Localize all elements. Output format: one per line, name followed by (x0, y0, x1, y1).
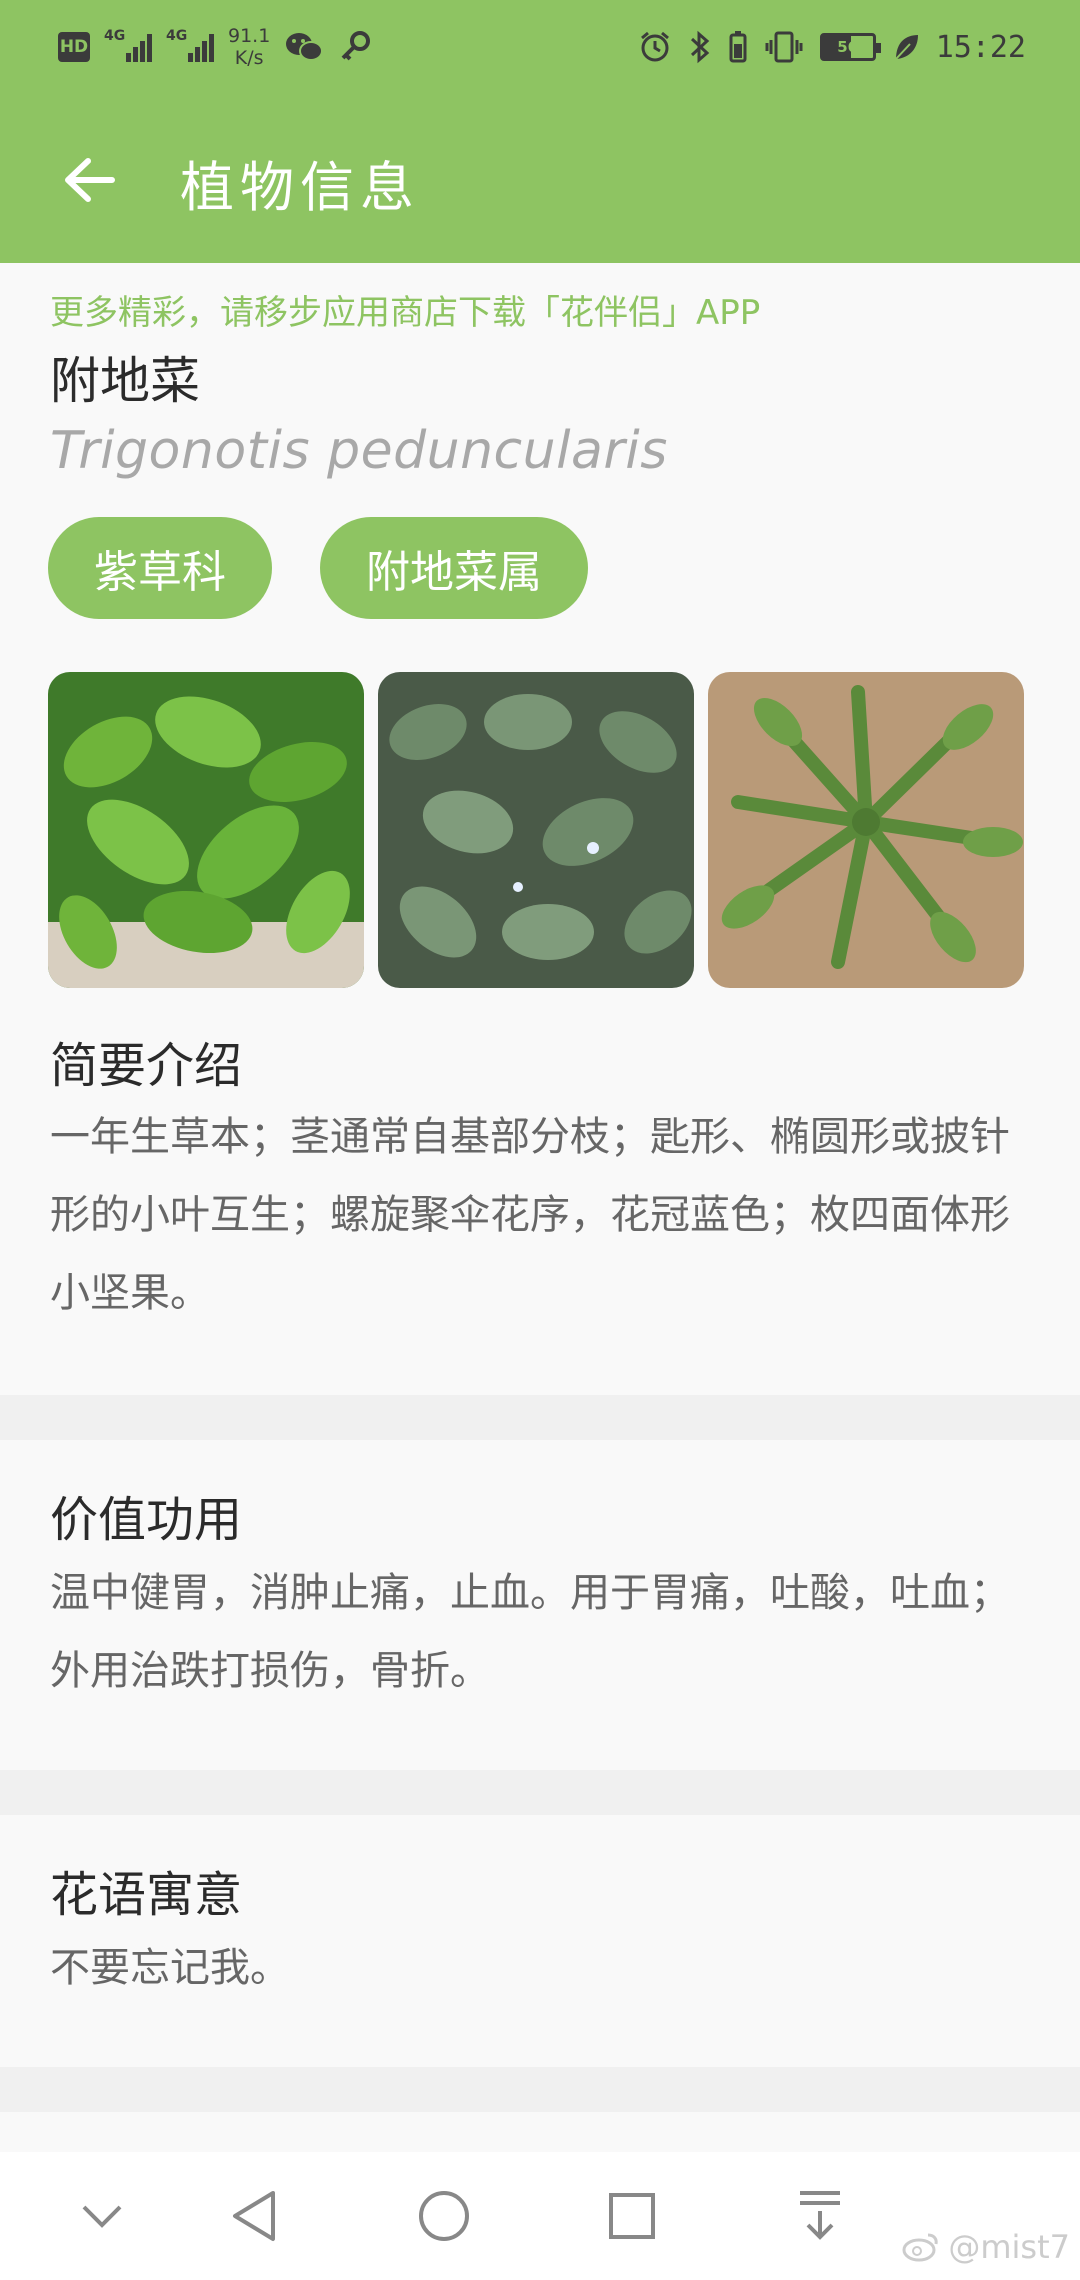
value-title: 价值功用 (50, 1492, 243, 1548)
clock: 15:22 (935, 29, 1026, 65)
battery-level: 56 (837, 38, 859, 56)
system-nav-bar: @mist7 (0, 2152, 1080, 2280)
signal-icon: 4G (166, 28, 214, 62)
pull-down-icon (800, 2191, 840, 2240)
intro-title: 简要介绍 (50, 1038, 243, 1094)
status-right: 56 15:22 (638, 22, 1026, 72)
nav-recents-button[interactable] (592, 2180, 672, 2252)
alarm-icon (638, 30, 672, 64)
back-button[interactable] (50, 140, 130, 220)
next-card (0, 2112, 1080, 2152)
nav-back-button[interactable] (214, 2180, 294, 2252)
app-bar: 植物信息 (0, 95, 1080, 263)
hd-badge: HD (58, 32, 90, 62)
flower-language-body: 不要忘记我。 (50, 1945, 290, 1991)
status-bar: HD 4G 4G 91.1 K/s 56 15:22 (0, 0, 1080, 95)
chevron-down-icon (82, 2205, 122, 2228)
nav-home-button[interactable] (404, 2180, 484, 2252)
bluetooth-icon (688, 30, 712, 64)
network-label: 4G (104, 28, 126, 44)
taxonomy-tags: 紫草科 附地菜属 (48, 517, 588, 619)
flower-language-title: 花语寓意 (50, 1867, 243, 1923)
plant-chinese-name: 附地菜 (50, 352, 200, 410)
arrow-left-icon (65, 158, 115, 202)
value-body: 温中健胃，消肿止痛，止血。用于胃痛，吐酸，吐血；外用治跌打损伤，骨折。 (50, 1570, 1010, 1694)
nav-notification-button[interactable] (780, 2180, 860, 2252)
plant-photo-1[interactable] (48, 672, 364, 988)
speed-value: 91.1 (228, 25, 271, 47)
network-speed: 91.1 K/s (228, 25, 270, 69)
battery-icon: 56 (819, 33, 881, 61)
genus-tag[interactable]: 附地菜属 (320, 517, 588, 619)
leaf-icon (892, 32, 920, 62)
nav-hide-button[interactable] (62, 2180, 142, 2252)
network-label: 4G (166, 28, 188, 44)
square-recents-icon (609, 2193, 655, 2239)
vibrate-icon (764, 30, 804, 64)
weibo-icon (902, 2233, 939, 2262)
triangle-back-icon (233, 2191, 275, 2241)
watermark: @mist7 (902, 2228, 1070, 2266)
page-title: 植物信息 (180, 156, 420, 219)
status-left: HD 4G 4G 91.1 K/s (58, 22, 372, 72)
intro-body: 一年生草本；茎通常自基部分枝；匙形、椭圆形或披针形的小叶互生；螺旋聚伞花序，花冠… (50, 1114, 1010, 1316)
circle-home-icon (419, 2191, 469, 2241)
signal-icon: 4G (104, 28, 152, 62)
plant-photo-3[interactable] (708, 672, 1024, 988)
speed-unit: K/s (234, 47, 264, 69)
key-icon (338, 30, 372, 64)
promo-link[interactable]: 更多精彩，请移步应用商店下载「花伴侣」APP (50, 285, 760, 334)
plant-info-card: 更多精彩，请移步应用商店下载「花伴侣」APP 附地菜 Trigonotis pe… (0, 263, 1080, 1395)
flower-language-card: 花语寓意 不要忘记我。 (0, 1815, 1080, 2067)
top-bar: HD 4G 4G 91.1 K/s 56 15:22 植物信息 (0, 0, 1080, 263)
value-card: 价值功用 温中健胃，消肿止痛，止血。用于胃痛，吐酸，吐血；外用治跌打损伤，骨折。 (0, 1440, 1080, 1770)
family-tag[interactable]: 紫草科 (48, 517, 272, 619)
watermark-text: @mist7 (948, 2228, 1070, 2266)
plant-latin-name: Trigonotis peduncularis (50, 421, 668, 481)
photo-gallery (48, 672, 1024, 988)
battery-small-icon (728, 30, 748, 64)
plant-photo-2[interactable] (378, 672, 694, 988)
wechat-icon (284, 30, 324, 64)
